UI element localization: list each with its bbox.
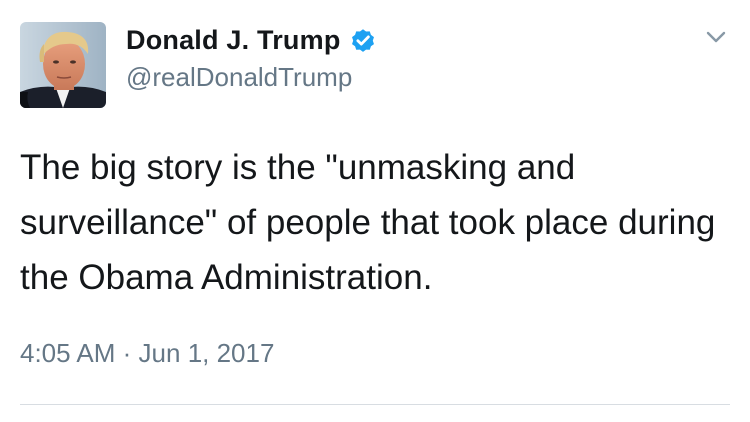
timestamp-separator: ·: [122, 338, 132, 368]
author-name-row[interactable]: Donald J. Trump: [126, 22, 377, 58]
author-handle[interactable]: @realDonaldTrump: [126, 62, 352, 93]
tweet-date[interactable]: Jun 1, 2017: [139, 338, 275, 368]
tweet-timestamp[interactable]: 4:05 AM · Jun 1, 2017: [20, 338, 274, 369]
verified-badge-icon: [349, 26, 377, 54]
avatar[interactable]: [20, 22, 106, 108]
divider: [20, 404, 730, 405]
tweet-text: The big story is the "unmasking and surv…: [20, 148, 726, 297]
tweet-card: Donald J. Trump @realDonaldTrump The big…: [0, 0, 750, 422]
chevron-down-icon[interactable]: [704, 27, 728, 47]
display-name[interactable]: Donald J. Trump: [126, 25, 341, 56]
profile-photo-icon: [20, 22, 106, 108]
tweet-time[interactable]: 4:05 AM: [20, 338, 115, 368]
